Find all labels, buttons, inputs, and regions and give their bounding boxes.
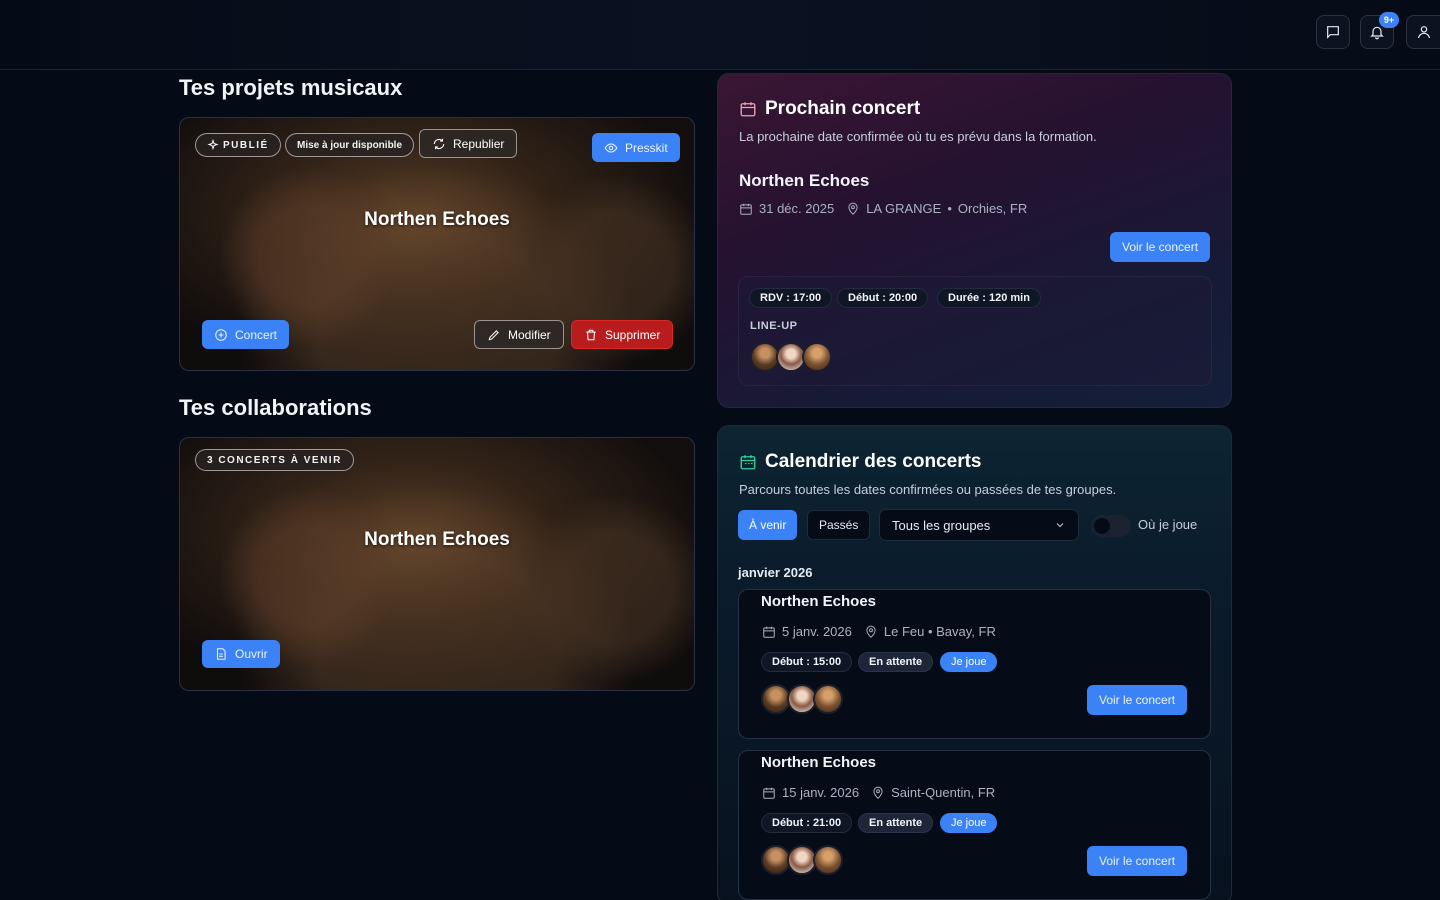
- event-location: Le Feu • Bavay, FR: [883, 624, 996, 639]
- refresh-icon: [433, 138, 445, 149]
- next-concert-city: Orchies, FR: [957, 201, 1028, 216]
- calendar-icon: [740, 102, 756, 117]
- edit-label: Modifier: [508, 327, 551, 342]
- user-icon: [1417, 26, 1430, 39]
- messages-button[interactable]: [1316, 15, 1350, 49]
- presskit-button[interactable]: Presskit: [592, 133, 680, 162]
- open-label: Ouvrir: [235, 647, 268, 661]
- event-date: 5 janv. 2026: [782, 624, 852, 639]
- delete-label: Supprimer: [605, 327, 661, 342]
- project-card[interactable]: PUBLIÉ Mise à jour disponible Republier …: [179, 117, 695, 371]
- eye-icon: [604, 142, 618, 153]
- event-meta: 15 janv. 2026 Saint-Quentin, FR: [762, 785, 995, 800]
- start-chip: Début : 20:00: [837, 288, 929, 308]
- event-band: Northen Echoes: [761, 593, 877, 610]
- calendar-icon: [763, 787, 775, 799]
- tab-upcoming[interactable]: À venir: [738, 510, 798, 540]
- edit-button[interactable]: Modifier: [474, 320, 564, 349]
- next-concert-title-text: Prochain concert: [765, 98, 921, 119]
- collaborations-title: Tes collaborations: [179, 395, 372, 420]
- update-available-pill: Mise à jour disponible: [285, 133, 415, 157]
- view-concert-label: Voir le concert: [1099, 693, 1176, 707]
- profile-button[interactable]: [1406, 15, 1440, 49]
- next-concert-title: Prochain concert: [739, 98, 920, 120]
- delete-button[interactable]: Supprimer: [571, 320, 674, 349]
- event-role-chip: Je joue: [940, 813, 998, 833]
- message-icon: [1327, 26, 1339, 39]
- event-role-chip: Je joue: [940, 652, 998, 672]
- event-location: Saint-Quentin, FR: [891, 785, 996, 800]
- calendar-subtitle: Parcours toutes les dates confirmées ou …: [739, 482, 1117, 497]
- document-icon: [216, 648, 226, 660]
- location-pin-icon: [873, 786, 883, 799]
- open-button[interactable]: Ouvrir: [202, 640, 280, 668]
- upcoming-concerts-pill: 3 CONCERTS À VENIR: [195, 449, 354, 471]
- location-pin-icon: [866, 625, 876, 638]
- event-status-chip: En attente: [858, 813, 934, 833]
- collaboration-card[interactable]: 3 CONCERTS À VENIR Northen Echoes Ouvrir: [179, 437, 695, 691]
- calendar-icon: [763, 626, 775, 638]
- event-date: 15 janv. 2026: [782, 785, 860, 800]
- add-concert-button[interactable]: Concert: [202, 320, 290, 349]
- avatar[interactable]: [802, 342, 832, 372]
- lineup-label: LINE-UP: [750, 320, 798, 332]
- published-pill: PUBLIÉ: [195, 133, 281, 157]
- view-next-concert-button[interactable]: Voir le concert: [1110, 232, 1211, 262]
- view-concert-label: Voir le concert: [1122, 240, 1199, 254]
- event-card[interactable]: Northen Echoes 5 janv. 2026 Le Feu • Bav…: [738, 589, 1211, 739]
- duration-chip: Durée : 120 min: [937, 288, 1041, 308]
- view-concert-button[interactable]: Voir le concert: [1087, 685, 1188, 715]
- calendar-icon: [740, 203, 752, 215]
- republish-label: Republier: [453, 136, 505, 151]
- location-pin-icon: [848, 202, 858, 215]
- event-status-chip: En attente: [858, 652, 934, 672]
- view-concert-button[interactable]: Voir le concert: [1087, 846, 1188, 876]
- group-select[interactable]: Tous les groupes: [879, 509, 1079, 541]
- concert-label: Concert: [235, 327, 278, 342]
- notifications-button[interactable]: 9+: [1360, 12, 1399, 49]
- projects-title: Tes projets musicaux: [179, 75, 403, 100]
- calendar-title-text: Calendrier des concerts: [765, 451, 982, 472]
- plus-circle-icon: [215, 328, 227, 341]
- where-i-play-toggle[interactable]: [1091, 515, 1131, 537]
- group-select-value: Tous les groupes: [892, 517, 991, 533]
- republish-button[interactable]: Republier: [419, 129, 518, 158]
- notification-badge: 9+: [1379, 12, 1399, 28]
- sparkle-icon: [207, 139, 219, 151]
- event-start-chip: Début : 15:00: [761, 652, 853, 672]
- rdv-chip: RDV : 17:00: [749, 288, 833, 308]
- tab-past[interactable]: Passés: [807, 510, 871, 540]
- event-meta: 5 janv. 2026 Le Feu • Bavay, FR: [762, 624, 996, 639]
- project-name: Northen Echoes: [364, 209, 510, 230]
- event-start-chip: Début : 21:00: [761, 813, 853, 833]
- update-pill-label: Mise à jour disponible: [297, 139, 403, 151]
- month-heading: janvier 2026: [738, 565, 813, 580]
- event-card[interactable]: Northen Echoes 15 janv. 2026 Saint-Quent…: [738, 750, 1211, 900]
- trash-icon: [586, 329, 596, 340]
- meta-separator: •: [947, 201, 952, 216]
- toggle-label: Où je joue: [1138, 517, 1198, 532]
- collaboration-name: Northen Echoes: [364, 529, 510, 550]
- next-concert-band: Northen Echoes: [739, 171, 870, 190]
- next-concert-venue: LA GRANGE: [866, 201, 942, 216]
- next-concert-meta: 31 déc. 2025 LA GRANGE • Orchies, FR: [739, 201, 1027, 216]
- next-concert-date: 31 déc. 2025: [759, 201, 835, 216]
- calendar-icon: [740, 455, 756, 470]
- published-pill-label: PUBLIÉ: [223, 139, 269, 151]
- top-bar: 9+: [0, 0, 1440, 70]
- event-band: Northen Echoes: [761, 754, 877, 771]
- next-concert-subtitle: La prochaine date confirmée où tu es pré…: [739, 129, 1097, 144]
- avatar[interactable]: [813, 684, 843, 714]
- view-concert-label: Voir le concert: [1099, 854, 1176, 868]
- chevron-down-icon: [1056, 523, 1064, 528]
- pencil-icon: [488, 329, 499, 340]
- presskit-label: Presskit: [625, 140, 668, 155]
- upcoming-pill-label: 3 CONCERTS À VENIR: [207, 454, 342, 466]
- avatar[interactable]: [813, 845, 843, 875]
- calendar-title: Calendrier des concerts: [739, 451, 981, 473]
